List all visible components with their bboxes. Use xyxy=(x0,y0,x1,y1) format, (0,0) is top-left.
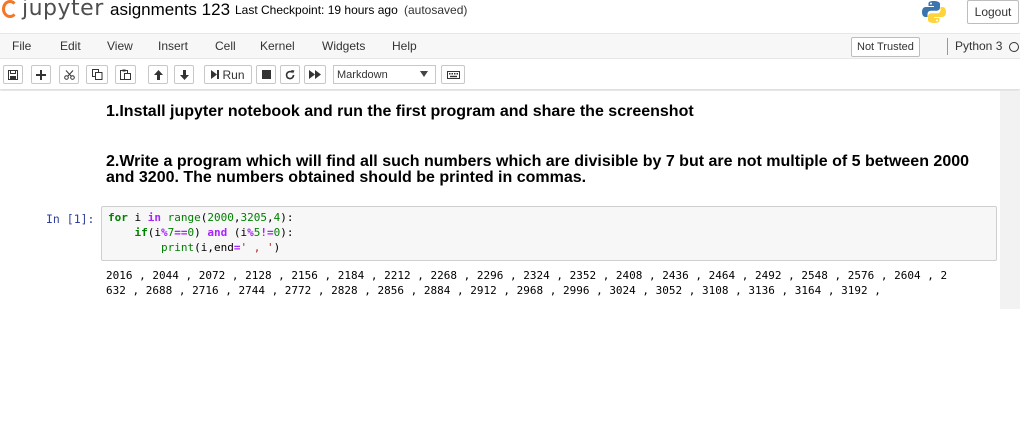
menu-widgets[interactable]: Widgets xyxy=(322,39,365,53)
restart-icon xyxy=(285,69,295,80)
plus-icon xyxy=(36,69,46,80)
paste-cells-button[interactable] xyxy=(115,65,136,84)
interrupt-kernel-button[interactable] xyxy=(256,65,276,84)
logout-button[interactable]: Logout xyxy=(967,0,1019,24)
kernel-separator xyxy=(947,38,948,55)
copy-icon xyxy=(91,69,103,80)
paste-icon xyxy=(120,69,131,80)
code-cell-editor[interactable]: for i in range(2000,3205,4): if(i%7==0) … xyxy=(101,206,997,261)
trust-status-button[interactable]: Not Trusted xyxy=(851,37,920,57)
code-line-1: for i in range(2000,3205,4): xyxy=(108,211,294,224)
restart-run-all-button[interactable] xyxy=(304,65,326,84)
autosave-status: (autosaved) xyxy=(404,3,468,17)
toolbar: Run Markdown xyxy=(0,59,1020,90)
arrow-up-icon xyxy=(153,69,163,80)
menu-insert[interactable]: Insert xyxy=(158,39,188,53)
menu-help[interactable]: Help xyxy=(392,39,417,53)
copy-cells-button[interactable] xyxy=(86,65,108,84)
run-button-label: Run xyxy=(222,67,245,82)
chevron-down-icon xyxy=(420,71,428,77)
markdown-cell-task-1[interactable]: 1.Install jupyter notebook and run the f… xyxy=(106,103,694,121)
restart-kernel-button[interactable] xyxy=(280,65,300,84)
menu-file[interactable]: File xyxy=(12,39,31,53)
code-cell-input-prompt: In [1]: xyxy=(46,212,95,226)
jupyter-logo[interactable]: jupyter xyxy=(2,0,103,24)
menu-cell[interactable]: Cell xyxy=(215,39,236,53)
kernel-idle-circle-icon xyxy=(1009,42,1019,52)
menubar: File Edit View Insert Cell Kernel Widget… xyxy=(0,33,1020,59)
last-checkpoint: Last Checkpoint: 19 hours ago xyxy=(235,3,398,17)
menu-view[interactable]: View xyxy=(107,39,133,53)
notebook-container: 1.Install jupyter notebook and run the f… xyxy=(0,91,1020,443)
cut-cells-button[interactable] xyxy=(59,65,79,84)
markdown-cell-task-2[interactable]: 2.Write a program which will find all su… xyxy=(106,154,996,186)
save-button[interactable] xyxy=(3,65,23,84)
run-button[interactable]: Run xyxy=(204,65,252,84)
floppy-icon xyxy=(8,69,18,80)
cell-type-select[interactable]: Markdown xyxy=(333,65,436,84)
code-line-3: print(i,end=' , ') xyxy=(160,241,281,254)
jupyter-logo-text: jupyter xyxy=(22,0,104,21)
menu-edit[interactable]: Edit xyxy=(60,39,81,53)
python-logo-icon xyxy=(921,0,947,24)
stop-icon xyxy=(261,70,271,79)
output-line: 2016 , 2044 , 2072 , 2128 , 2156 , 2184 … xyxy=(106,269,948,282)
insert-cell-below-button[interactable] xyxy=(31,65,51,84)
notebook-header: jupyter asignments 123 Last Checkpoint: … xyxy=(0,0,1020,34)
scissors-icon xyxy=(63,69,75,80)
kernel-name: Python 3 xyxy=(955,39,1003,53)
move-down-button[interactable] xyxy=(174,65,194,84)
output-line: 632 , 2688 , 2716 , 2744 , 2772 , 2828 ,… xyxy=(106,284,881,297)
notebook-title[interactable]: asignments 123 xyxy=(110,0,230,20)
step-forward-icon xyxy=(211,70,220,79)
code-line-2: if(i%7==0) and (i%5!=0): xyxy=(134,226,294,239)
menu-kernel[interactable]: Kernel xyxy=(260,39,295,53)
jupyter-orbit-icon xyxy=(2,0,18,18)
keyboard-icon xyxy=(446,70,460,79)
command-palette-button[interactable] xyxy=(441,65,465,84)
cell-type-value: Markdown xyxy=(337,68,388,81)
code-cell-output: 2016 , 2044 , 2072 , 2128 , 2156 , 2184 … xyxy=(106,268,1006,298)
fast-forward-icon xyxy=(309,70,321,79)
move-up-button[interactable] xyxy=(148,65,168,84)
arrow-down-icon xyxy=(179,69,189,80)
